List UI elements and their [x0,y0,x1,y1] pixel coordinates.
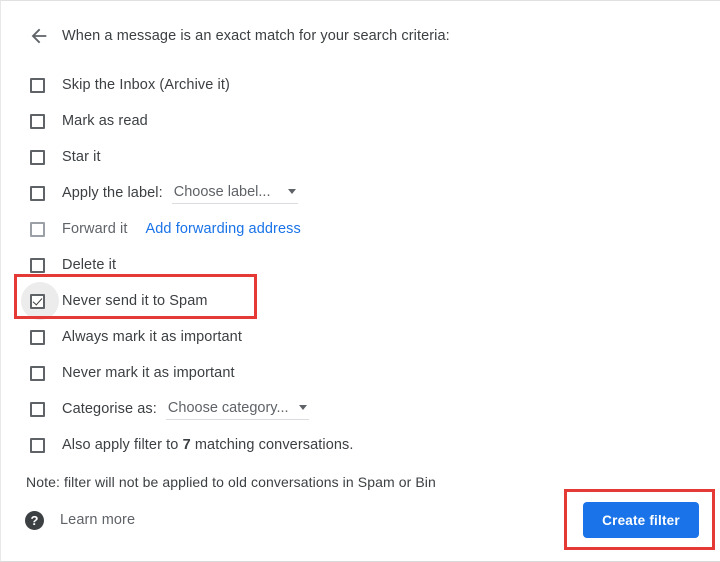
option-label-never-important: Never mark it as important [62,365,235,381]
chevron-down-icon [288,189,297,194]
option-label-delete-it: Delete it [62,257,117,273]
arrow-left-icon[interactable] [23,21,55,51]
label-dropdown[interactable]: Choose label... [171,183,299,204]
matching-conversations-count: 7 [182,437,191,453]
checkbox-delete-it[interactable] [17,247,57,283]
page-title: When a message is an exact match for you… [62,28,450,44]
help-icon: ? [25,510,44,530]
option-row-never-send-to-spam[interactable]: Never send it to Spam [1,282,720,320]
option-label-forward-it: Forward it [62,221,128,237]
chevron-down-icon [298,405,307,410]
option-label-always-important: Always mark it as important [62,329,242,345]
panel-header: When a message is an exact match for you… [1,21,450,51]
add-forwarding-address-link[interactable]: Add forwarding address [145,221,300,237]
option-row-mark-as-read[interactable]: Mark as read [1,103,720,139]
create-filter-button[interactable]: Create filter [583,502,699,538]
checkbox-categorise-as[interactable] [17,391,57,427]
apply-to-matching-prefix: Also apply filter to [62,437,183,453]
gmail-filter-actions-panel: When a message is an exact match for you… [0,0,720,562]
checkbox-forward-it[interactable] [17,211,57,247]
label-dropdown-value: Choose label... [173,183,271,200]
checkbox-skip-inbox[interactable] [17,67,57,103]
option-row-categorise-as[interactable]: Categorise as: Choose category... [1,391,720,427]
apply-to-matching-suffix: matching conversations. [190,437,354,453]
option-label-never-send-to-spam: Never send it to Spam [62,293,208,309]
option-label-apply-to-matching: Also apply filter to 7 matching conversa… [62,437,354,453]
option-row-skip-inbox[interactable]: Skip the Inbox (Archive it) [1,67,720,103]
option-row-apply-label[interactable]: Apply the label: Choose label... [1,175,720,211]
checkbox-apply-label[interactable] [17,175,57,211]
learn-more-link[interactable]: Learn more [60,512,135,528]
learn-more-row[interactable]: ? Learn more [25,508,135,532]
category-dropdown[interactable]: Choose category... [165,399,309,420]
option-label-star-it: Star it [62,149,101,165]
option-label-categorise-as: Categorise as: [62,401,157,417]
option-label-apply-label: Apply the label: [62,185,163,201]
option-row-apply-to-matching[interactable]: Also apply filter to 7 matching conversa… [1,427,720,463]
option-row-never-important[interactable]: Never mark it as important [1,355,720,391]
option-row-always-important[interactable]: Always mark it as important [1,319,720,355]
filter-actions-list: Skip the Inbox (Archive it) Mark as read… [1,67,720,463]
checkbox-always-important[interactable] [17,319,57,355]
option-row-forward-it[interactable]: Forward it Add forwarding address [1,211,720,247]
option-label-mark-as-read: Mark as read [62,113,148,129]
checkbox-never-send-to-spam[interactable] [17,282,59,320]
checkbox-mark-as-read[interactable] [17,103,57,139]
checkbox-star-it[interactable] [17,139,57,175]
option-row-star-it[interactable]: Star it [1,139,720,175]
checkbox-apply-to-matching[interactable] [17,427,57,463]
option-label-skip-inbox: Skip the Inbox (Archive it) [62,77,230,93]
filter-note: Note: filter will not be applied to old … [26,474,436,490]
checkbox-never-important[interactable] [17,355,57,391]
category-dropdown-value: Choose category... [167,399,289,416]
option-row-delete-it[interactable]: Delete it [1,247,720,283]
